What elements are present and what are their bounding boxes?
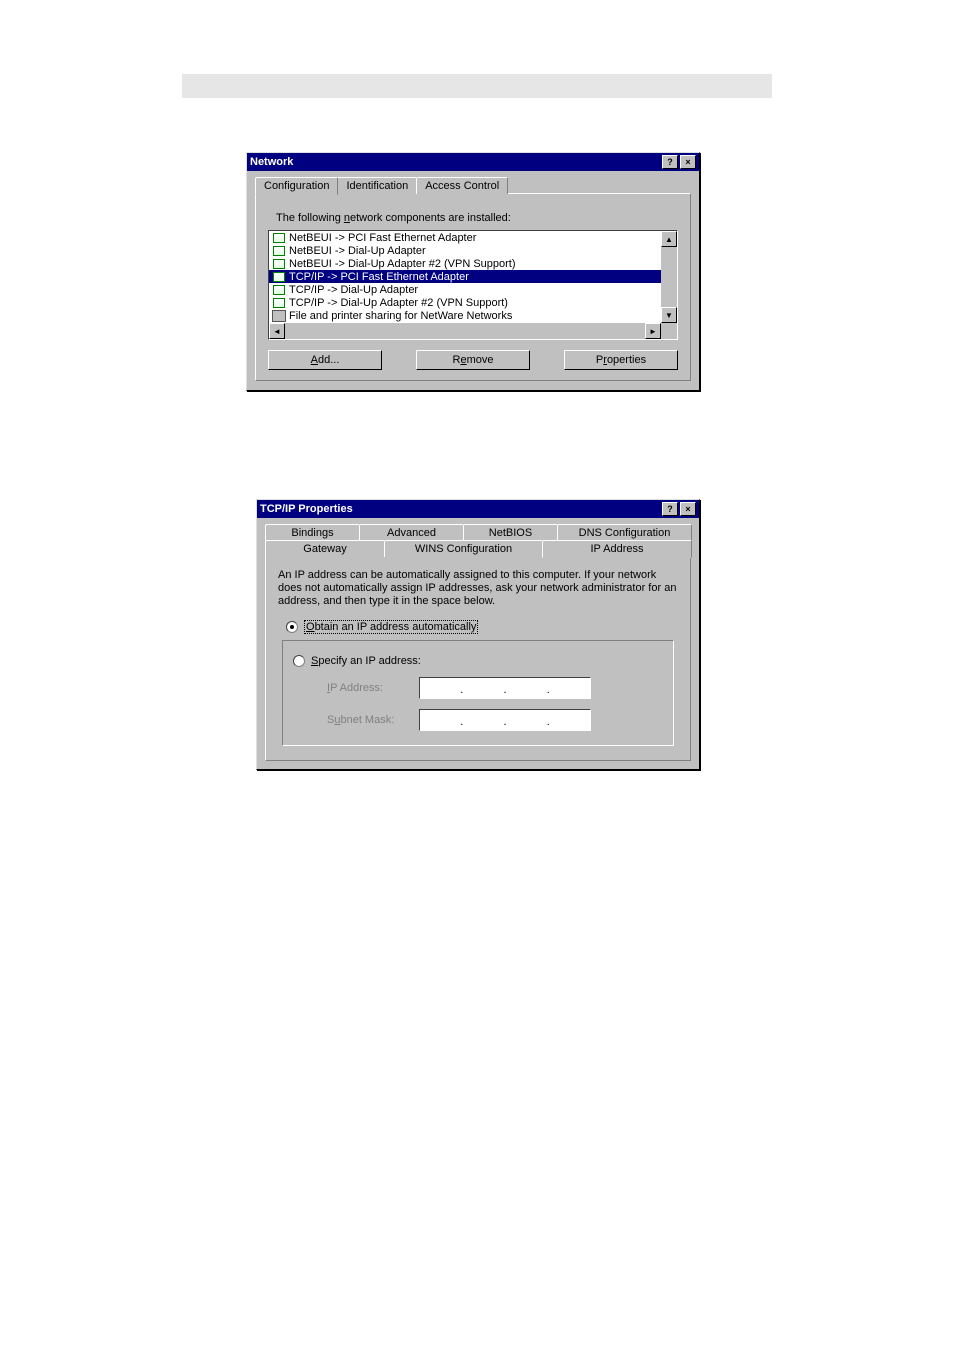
scroll-right-icon[interactable]: ► xyxy=(645,323,661,339)
remove-button[interactable]: Remove xyxy=(416,350,530,370)
tab-configuration[interactable]: Configuration xyxy=(255,177,338,195)
add-button[interactable]: Add... xyxy=(268,350,382,370)
radio-button-icon xyxy=(286,621,298,633)
protocol-icon xyxy=(271,245,287,257)
help-icon[interactable]: ? xyxy=(662,502,678,516)
network-dialog: Network ? × Configuration Identification… xyxy=(246,152,700,391)
scroll-down-icon[interactable]: ▼ xyxy=(661,307,677,323)
tab-gateway[interactable]: Gateway xyxy=(265,540,385,557)
tab-dns-configuration[interactable]: DNS Configuration xyxy=(557,524,692,541)
tab-ip-address[interactable]: IP Address xyxy=(542,540,692,558)
titlebar-title: TCP/IP Properties xyxy=(260,503,353,515)
list-item[interactable]: NetBEUI -> Dial-Up Adapter #2 (VPN Suppo… xyxy=(269,257,661,270)
close-icon[interactable]: × xyxy=(680,155,696,169)
scroll-corner xyxy=(661,323,677,339)
horizontal-scrollbar[interactable]: ◄ ► xyxy=(269,323,661,339)
radio-button-icon xyxy=(293,655,305,667)
decorative-bar xyxy=(182,74,772,98)
tab-advanced[interactable]: Advanced xyxy=(359,524,464,541)
protocol-icon xyxy=(271,258,287,270)
vertical-scrollbar[interactable]: ▲ ▼ xyxy=(661,231,677,323)
tab-panel-ip-address: An IP address can be automatically assig… xyxy=(265,556,691,761)
titlebar-tcpip[interactable]: TCP/IP Properties ? × xyxy=(257,500,699,518)
list-item[interactable]: TCP/IP -> Dial-Up Adapter #2 (VPN Suppor… xyxy=(269,296,661,309)
help-text: An IP address can be automatically assig… xyxy=(278,569,678,608)
ip-address-input[interactable]: ... xyxy=(419,677,591,699)
titlebar-network[interactable]: Network ? × xyxy=(247,153,699,171)
help-icon[interactable]: ? xyxy=(662,155,678,169)
list-item[interactable]: TCP/IP -> Dial-Up Adapter xyxy=(269,283,661,296)
tab-panel-configuration: The following network components are ins… xyxy=(255,193,691,381)
properties-button[interactable]: Properties xyxy=(564,350,678,370)
tabs-tcpip-row2: Gateway WINS Configuration IP Address xyxy=(265,540,691,557)
service-icon xyxy=(271,310,287,322)
list-item-selected[interactable]: TCP/IP -> PCI Fast Ethernet Adapter xyxy=(269,270,661,283)
list-item[interactable]: File and printer sharing for NetWare Net… xyxy=(269,309,661,322)
list-item[interactable]: NetBEUI -> Dial-Up Adapter xyxy=(269,244,661,257)
radio-specify-label: Specify an IP address: xyxy=(311,655,421,667)
tabs-tcpip-row1: Bindings Advanced NetBIOS DNS Configurat… xyxy=(265,524,691,541)
close-icon[interactable]: × xyxy=(680,502,696,516)
tab-netbios[interactable]: NetBIOS xyxy=(463,524,558,541)
protocol-icon xyxy=(271,232,287,244)
radio-obtain-label: Obtain an IP address automatically xyxy=(304,620,478,634)
radio-specify[interactable]: Specify an IP address: xyxy=(293,655,663,667)
subnet-mask-input[interactable]: ... xyxy=(419,709,591,731)
specify-ip-group: Specify an IP address: IP Address: ... S… xyxy=(282,640,674,746)
scroll-up-icon[interactable]: ▲ xyxy=(661,231,677,247)
ip-address-label: IP Address: xyxy=(327,682,419,694)
protocol-icon xyxy=(271,271,287,283)
tab-wins-configuration[interactable]: WINS Configuration xyxy=(384,540,543,557)
tab-identification[interactable]: Identification xyxy=(337,177,417,194)
tabs-network: Configuration Identification Access Cont… xyxy=(255,177,691,194)
tab-access-control[interactable]: Access Control xyxy=(416,177,508,194)
protocol-icon xyxy=(271,297,287,309)
tab-bindings[interactable]: Bindings xyxy=(265,524,360,541)
components-listbox[interactable]: NetBEUI -> PCI Fast Ethernet Adapter Net… xyxy=(268,230,678,340)
list-item[interactable]: NetBEUI -> PCI Fast Ethernet Adapter xyxy=(269,231,661,244)
subnet-mask-label: Subnet Mask: xyxy=(327,714,419,726)
instruction-text: The following network components are ins… xyxy=(276,212,680,224)
scroll-left-icon[interactable]: ◄ xyxy=(269,323,285,339)
tcpip-dialog: TCP/IP Properties ? × Bindings Advanced … xyxy=(256,499,700,770)
protocol-icon xyxy=(271,284,287,296)
radio-obtain[interactable]: Obtain an IP address automatically xyxy=(286,620,678,634)
titlebar-title: Network xyxy=(250,156,293,168)
